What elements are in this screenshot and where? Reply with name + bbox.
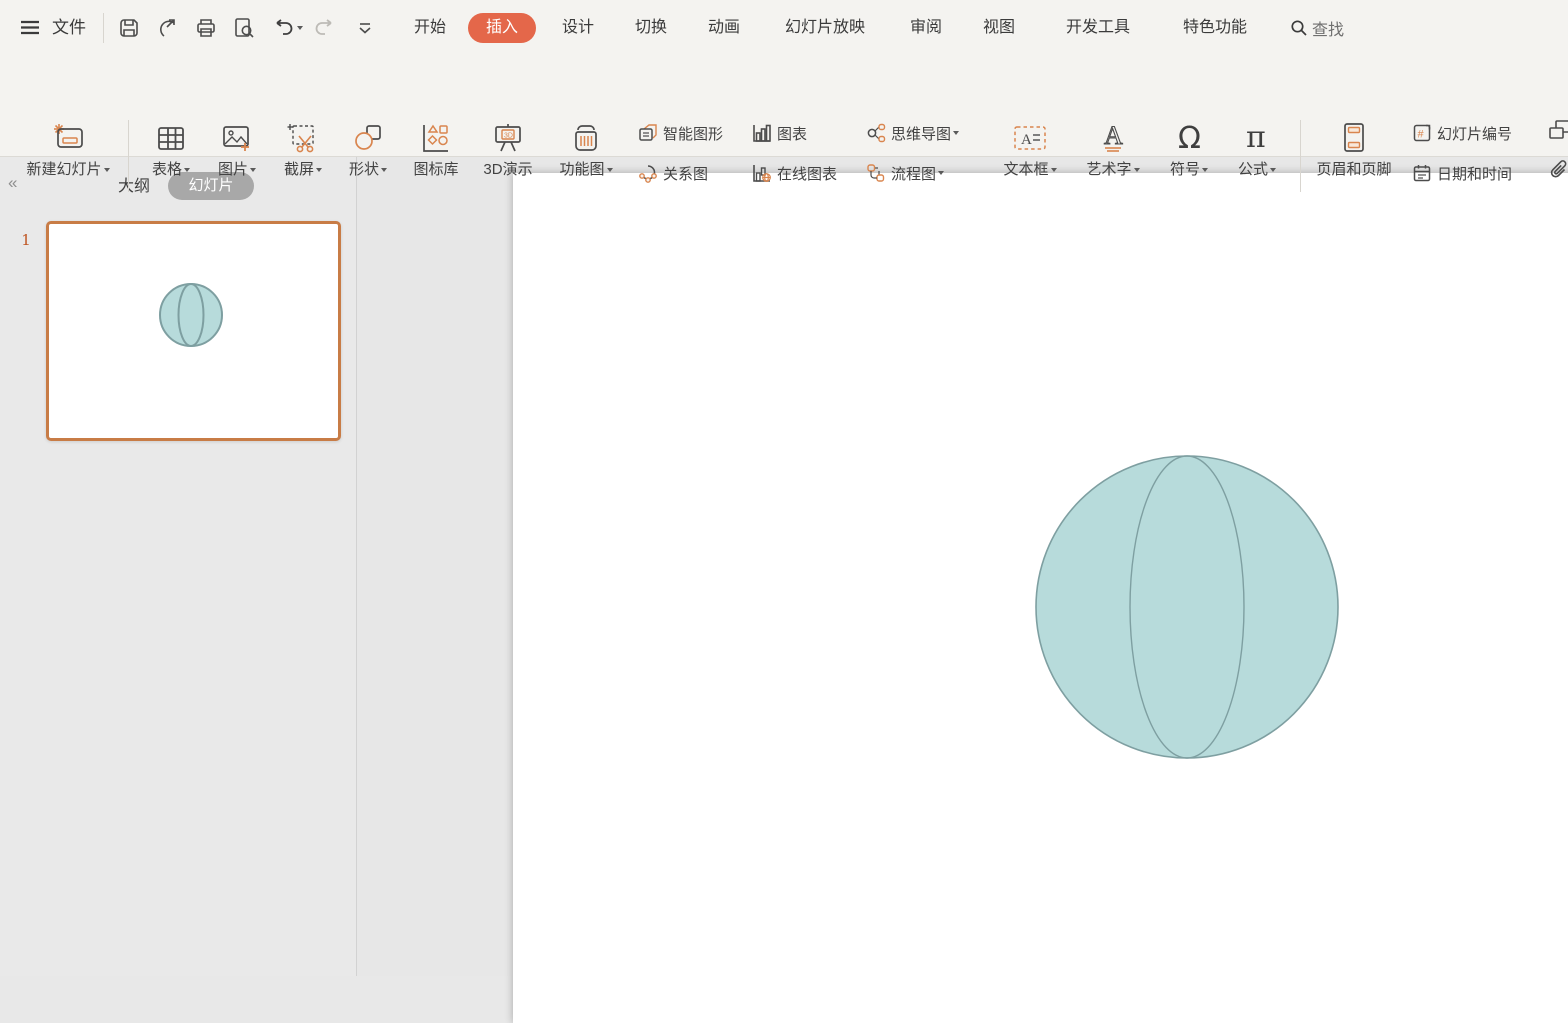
customize-quick-access-icon[interactable] — [352, 15, 378, 41]
hamburger-icon[interactable] — [20, 20, 40, 35]
print-preview-button[interactable] — [231, 15, 257, 41]
slide-number-label: 1 — [18, 231, 34, 249]
top-chrome: 文件 开始 插入 设计 切换 动画 幻灯片放映 审阅 — [0, 0, 1568, 157]
svg-text:3D: 3D — [504, 133, 513, 140]
wordart-button[interactable]: A 艺术字 — [1076, 115, 1150, 179]
svg-text:A: A — [1104, 121, 1123, 150]
new-slide-button[interactable]: 新建幻灯片 — [14, 115, 122, 179]
ball-shape[interactable] — [1034, 454, 1341, 761]
thumbnail-ball-shape — [49, 224, 338, 438]
online-chart-icon — [752, 163, 772, 183]
tab-special-features[interactable]: 特色功能 — [1177, 0, 1253, 55]
redo-button[interactable] — [312, 15, 338, 41]
divider — [128, 120, 129, 192]
tab-developer[interactable]: 开发工具 — [1060, 0, 1136, 55]
tab-review[interactable]: 审阅 — [904, 0, 948, 55]
wps-presentation-window: { "app": { "accent_orange": "#e4674a", "… — [0, 0, 1568, 976]
slide-number-icon: # — [1412, 123, 1432, 143]
wordart-dropdown[interactable] — [1134, 168, 1140, 172]
table-dropdown[interactable] — [184, 168, 190, 172]
chart-button[interactable]: 图表 — [752, 121, 807, 145]
smart-graphics-button[interactable]: 智能图形 — [638, 121, 723, 145]
header-footer-icon — [1308, 115, 1400, 161]
svg-text:#: # — [1418, 129, 1425, 141]
svg-text:π: π — [1246, 120, 1266, 155]
tab-slideshow[interactable]: 幻灯片放映 — [780, 0, 870, 55]
flowchart-button[interactable]: 流程图 — [866, 161, 944, 185]
header-footer-button[interactable]: 页眉和页脚 — [1308, 115, 1400, 179]
export-icon[interactable] — [155, 15, 181, 41]
file-menu[interactable]: 文件 — [52, 0, 86, 55]
date-time-icon — [1412, 163, 1432, 183]
online-chart-button[interactable]: 在线图表 — [752, 161, 837, 185]
relationship-diagram-icon — [638, 163, 658, 183]
svg-text:Ω: Ω — [1178, 121, 1201, 156]
flowchart-dropdown[interactable] — [938, 171, 944, 175]
new-slide-dropdown[interactable] — [104, 168, 110, 172]
icon-library-button[interactable]: 图标库 — [402, 115, 470, 179]
formula-button[interactable]: π 公式 — [1226, 115, 1288, 179]
menu-bar: 文件 开始 插入 设计 切换 动画 幻灯片放映 审阅 — [0, 0, 1568, 55]
3d-show-icon: 3D — [472, 115, 544, 161]
slide-canvas[interactable] — [513, 173, 1568, 1023]
screenshot-icon — [270, 115, 336, 161]
tab-insert-active[interactable]: 插入 — [468, 13, 536, 43]
divider — [1300, 120, 1301, 192]
search-icon — [1290, 19, 1308, 37]
shapes-dropdown[interactable] — [381, 168, 387, 172]
picture-dropdown[interactable] — [250, 168, 256, 172]
find-button[interactable]: 查找 — [1290, 0, 1344, 55]
table-button[interactable]: 表格 — [138, 115, 204, 179]
textbox-button[interactable]: A 文本框 — [992, 115, 1068, 179]
tab-view[interactable]: 视图 — [977, 0, 1021, 55]
slide-thumbnail-1[interactable] — [46, 221, 341, 441]
shapes-button[interactable]: 形状 — [336, 115, 400, 179]
mind-map-dropdown[interactable] — [953, 131, 959, 135]
new-slide-icon — [14, 115, 122, 161]
picture-icon — [204, 115, 270, 161]
object-icon[interactable] — [1548, 119, 1568, 143]
attachment-icon[interactable] — [1548, 159, 1568, 183]
screenshot-button[interactable]: 截屏 — [270, 115, 336, 179]
wordart-icon: A — [1076, 115, 1150, 161]
icon-library-icon — [402, 115, 470, 161]
function-diagram-button[interactable]: 功能图 — [548, 115, 624, 179]
svg-text:A: A — [1021, 132, 1032, 148]
chart-icon — [752, 123, 772, 143]
tab-home[interactable]: 开始 — [408, 0, 452, 55]
function-diagram-icon — [548, 115, 624, 161]
print-button[interactable] — [193, 15, 219, 41]
smart-graphics-icon — [638, 123, 658, 143]
date-time-button[interactable]: 日期和时间 — [1412, 161, 1512, 185]
slide-panel: « 大纲 幻灯片 1 — [0, 157, 357, 976]
textbox-icon: A — [992, 115, 1068, 161]
symbol-dropdown[interactable] — [1202, 168, 1208, 172]
tab-animation[interactable]: 动画 — [702, 0, 746, 55]
screenshot-dropdown[interactable] — [316, 168, 322, 172]
ribbon-insert: 新建幻灯片 表格 图片 截屏 — [0, 55, 1568, 156]
mind-map-button[interactable]: 思维导图 — [866, 121, 959, 145]
table-icon — [138, 115, 204, 161]
undo-dropdown-caret[interactable] — [297, 26, 303, 30]
mind-map-icon — [866, 123, 886, 143]
save-button[interactable] — [116, 15, 142, 41]
divider — [103, 13, 104, 43]
tab-transition[interactable]: 切换 — [629, 0, 673, 55]
relationship-diagram-button[interactable]: 关系图 — [638, 161, 708, 185]
picture-button[interactable]: 图片 — [204, 115, 270, 179]
textbox-dropdown[interactable] — [1051, 168, 1057, 172]
function-diagram-dropdown[interactable] — [607, 168, 613, 172]
formula-icon: π — [1226, 115, 1288, 161]
symbol-button[interactable]: Ω 符号 — [1158, 115, 1220, 179]
slide-number-button[interactable]: # 幻灯片编号 — [1412, 121, 1512, 145]
symbol-icon: Ω — [1158, 115, 1220, 161]
3d-show-button[interactable]: 3D 3D演示 — [472, 115, 544, 179]
flowchart-icon — [866, 163, 886, 183]
undo-button[interactable] — [268, 15, 306, 41]
formula-dropdown[interactable] — [1270, 168, 1276, 172]
shapes-icon — [336, 115, 400, 161]
tab-design[interactable]: 设计 — [556, 0, 600, 55]
